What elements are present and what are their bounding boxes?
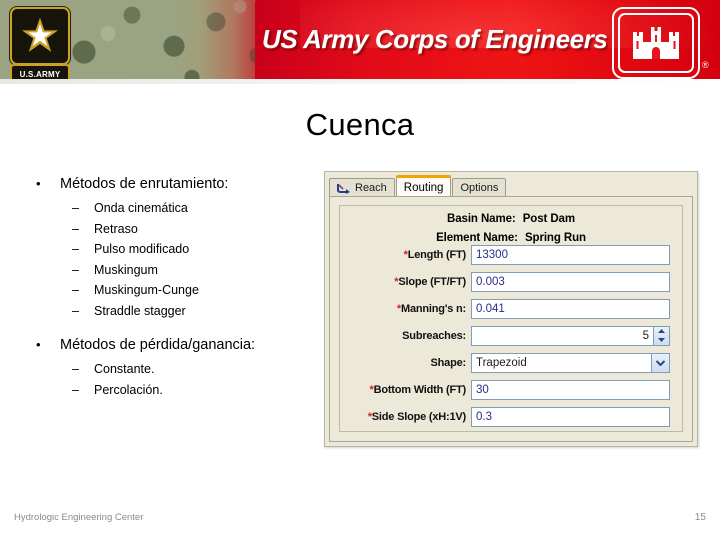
shape-select[interactable]: Trapezoid [471,352,670,373]
dash-marker: – [72,362,79,376]
army-star-icon [22,17,58,53]
spinner-down-icon[interactable] [654,336,669,345]
tab-reach-label: Reach [355,182,387,194]
list-item-label: Onda cinemática [94,201,188,215]
field-row-length: *Length (FT) 13300 [346,244,670,265]
list-item: – Percolación. [36,383,336,397]
bullet-level1-label: Métodos de pérdida/ganancia: [60,337,256,353]
list-item: – Constante. [36,362,336,376]
bottom-width-label: *Bottom Width (FT) [369,383,466,396]
element-name-value: Spring Run [524,232,586,244]
bullet-marker: • [36,176,41,191]
subreaches-label: Subreaches: [402,329,466,342]
field-row-subreaches: Subreaches: 5 [346,325,670,346]
castle-icon [633,27,679,59]
subreaches-spinner-buttons[interactable] [653,326,669,345]
sublist-lossgain-methods: – Constante. – Percolación. [36,362,336,397]
hechms-reach-dialog: Reach Routing Options Basin Name: Post D… [324,171,698,447]
usace-castle-emblem [612,7,700,79]
slope-label: *Slope (FT/FT) [394,275,466,288]
routing-fields-groupbox: Basin Name: Post Dam Element Name: Sprin… [339,205,683,432]
usace-header-banner: U.S.ARMY US Army Corps of Engineers ® [0,0,720,84]
list-item: – Retraso [36,222,336,236]
tab-options-label: Options [460,182,499,194]
bullet-level1-routing: • Métodos de enrutamiento: [36,176,336,192]
list-item-label: Straddle stagger [94,303,186,318]
element-name-label: Element Name: [436,232,518,244]
subreaches-stepper[interactable]: 5 [471,325,670,346]
list-item: – Onda cinemática [36,201,336,215]
list-item: – Muskingum-Cunge [36,283,336,297]
slide-title: Cuenca [305,107,415,142]
list-item-label: Muskingum [94,262,158,277]
dash-marker: – [72,242,79,256]
field-row-shape: Shape: Trapezoid [346,352,670,373]
chevron-down-icon[interactable] [651,353,669,372]
field-row-mannings-n: *Manning's n: 0.041 [346,298,670,319]
usace-wordmark: US Army Corps of Engineers [262,24,608,54]
field-row-slope: *Slope (FT/FT) 0.003 [346,271,670,292]
list-item-label: Retraso [94,221,138,236]
us-army-star-logo [10,7,70,65]
field-row-side-slope: *Side Slope (xH:1V) 0.3 [346,406,670,427]
slide-body-content: • Métodos de enrutamiento: – Onda cinemá… [36,176,336,403]
tab-routing-label: Routing [403,181,444,194]
bottom-width-input[interactable]: 30 [471,379,670,400]
spinner-up-icon[interactable] [654,327,669,336]
side-slope-label: *Side Slope (xH:1V) [367,410,466,423]
dash-marker: – [72,262,79,277]
bullet-level1-label: Métodos de enrutamiento: [60,176,229,192]
field-row-bottom-width: *Bottom Width (FT) 30 [346,379,670,400]
footer-page-number: 15 [694,512,706,523]
tab-options[interactable]: Options [452,178,507,197]
subreaches-value: 5 [642,329,649,342]
banner-bottom-edge [0,79,720,84]
list-item-label: Percolación. [94,382,163,397]
dash-marker: – [72,382,79,397]
routing-tab-panel: Basin Name: Post Dam Element Name: Sprin… [329,196,693,442]
shape-selected-value: Trapezoid [476,356,527,369]
element-name-row: Element Name: Spring Run [340,232,682,244]
list-item: – Muskingum [36,263,336,277]
bullet-marker: • [36,337,41,352]
bullet-level1-lossgain: • Métodos de pérdida/ganancia: [36,337,336,353]
footer-organization: Hydrologic Engineering Center [14,512,144,523]
length-input[interactable]: 13300 [471,244,670,265]
list-item-label: Pulso modificado [94,242,190,256]
mannings-n-label: *Manning's n: [396,302,466,315]
tab-reach[interactable]: Reach [329,178,395,197]
list-item-label: Constante. [94,362,155,376]
length-label: *Length (FT) [403,248,467,261]
sublist-routing-methods: – Onda cinemática – Retraso – Pulso modi… [36,201,336,318]
dash-marker: – [72,201,79,215]
list-item-label: Muskingum-Cunge [94,283,199,297]
us-army-label: U.S.ARMY [19,69,61,79]
basin-name-row: Basin Name: Post Dam [340,213,682,225]
mannings-n-input[interactable]: 0.041 [471,298,670,319]
side-slope-input[interactable]: 0.3 [471,406,670,427]
tab-routing[interactable]: Routing [395,175,452,197]
list-item: – Straddle stagger [36,304,336,318]
list-item: – Pulso modificado [36,242,336,256]
dash-marker: – [72,303,79,318]
basin-name-value: Post Dam [522,213,575,225]
dash-marker: – [72,283,79,297]
slope-input[interactable]: 0.003 [471,271,670,292]
basin-name-label: Basin Name: [447,213,516,225]
dash-marker: – [72,221,79,236]
shape-label: Shape: [430,356,467,369]
reach-channel-icon [337,183,350,194]
registered-trademark-mark: ® [702,60,709,70]
dialog-tabstrip: Reach Routing Options [329,175,507,197]
